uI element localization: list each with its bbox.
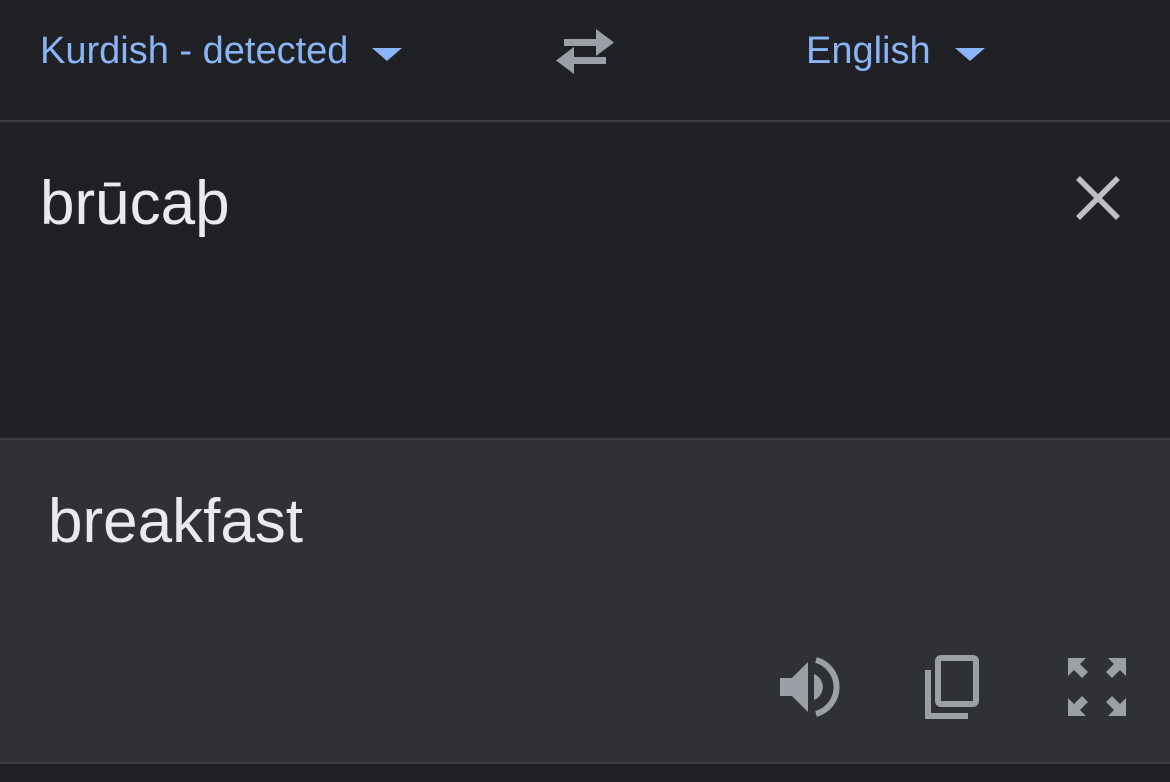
caret-down-icon (954, 47, 985, 61)
translation-output-area: breakfast (0, 440, 1170, 762)
swap-languages-button[interactable] (552, 26, 618, 76)
close-icon (1076, 176, 1120, 220)
source-text[interactable]: brūcaþ (40, 166, 230, 242)
copy-button[interactable] (918, 654, 984, 720)
target-language-selector[interactable]: English (806, 28, 985, 74)
translated-text: breakfast (48, 487, 304, 556)
listen-button[interactable] (776, 654, 842, 720)
bottom-divider (0, 762, 1170, 782)
clear-input-button[interactable] (1072, 172, 1124, 224)
fullscreen-icon (1068, 658, 1126, 716)
language-bar: Kurdish - detected English (0, 0, 1170, 122)
target-language-label: English (806, 30, 931, 72)
swap-arrows-icon (556, 29, 614, 74)
copy-icon (925, 655, 979, 719)
speaker-icon (780, 657, 840, 717)
translate-app: Kurdish - detected English brūcaþ breakf… (0, 0, 1170, 782)
caret-down-icon (372, 47, 403, 61)
source-language-label: Kurdish - detected (40, 30, 349, 72)
fullscreen-button[interactable] (1064, 654, 1130, 720)
source-input-area[interactable]: brūcaþ (0, 122, 1170, 440)
source-language-selector[interactable]: Kurdish - detected (40, 28, 403, 74)
